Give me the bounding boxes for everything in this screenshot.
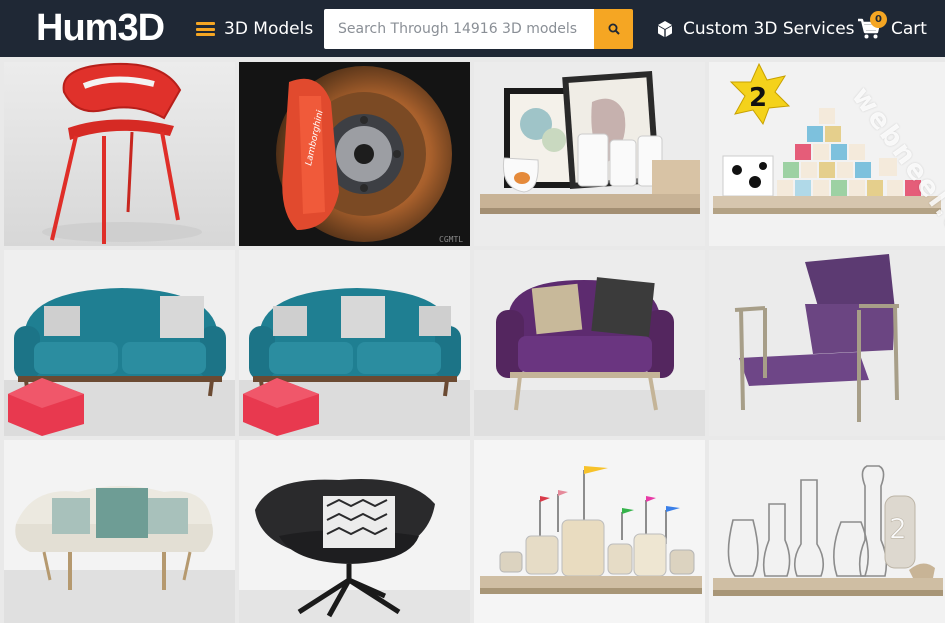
teal-sofa-image [4, 250, 235, 436]
search-icon [608, 23, 620, 35]
shelf-pictures-image [474, 62, 705, 246]
product-tile-teal-sofa-2[interactable] [239, 250, 470, 436]
product-grid: Lamborghini CGMTL 2 2 [0, 57, 945, 623]
product-tile-red-chair[interactable] [4, 62, 235, 246]
product-tile-teal-sofa[interactable] [4, 250, 235, 436]
hamburger-icon [196, 22, 215, 36]
brake-disc-image: Lamborghini CGMTL [239, 62, 470, 246]
product-tile-brake-disc[interactable]: Lamborghini CGMTL [239, 62, 470, 246]
shelf-jars-image [474, 440, 705, 623]
models-menu-label: 3D Models [224, 19, 314, 39]
teal-sofa-2-image [239, 250, 470, 436]
models-menu-button[interactable]: 3D Models [196, 17, 313, 41]
red-chair-image [4, 62, 235, 246]
product-tile-shelf-pictures[interactable] [474, 62, 705, 246]
vase-digit: 2 [889, 512, 907, 545]
cart-label: Cart [891, 19, 927, 39]
product-tile-shelf-jars[interactable] [474, 440, 705, 623]
product-tile-purple-armchair[interactable] [474, 250, 705, 436]
custom-services-link[interactable]: Custom 3D Services [656, 17, 855, 41]
product-tile-black-swan-chair[interactable] [239, 440, 470, 623]
search-button[interactable] [594, 9, 633, 49]
cart-link[interactable]: 0 Cart [857, 11, 927, 43]
product-tile-white-loveseat[interactable] [4, 440, 235, 623]
cube-icon [658, 21, 672, 37]
cart-count-badge: 0 [870, 11, 887, 28]
top-navigation-bar: Hum3D 3D Models Custom 3D Services 0 [0, 0, 945, 57]
toy-topper-digit: 2 [749, 83, 767, 113]
product-tile-shelf-vases[interactable]: 2 [709, 440, 945, 623]
custom-services-label: Custom 3D Services [683, 19, 855, 39]
product-tile-purple-lounge-chair[interactable] [709, 250, 945, 436]
brake-disc-caption: CGMTL [439, 235, 463, 244]
shelf-vases-image: 2 [709, 440, 945, 623]
site-logo[interactable]: Hum3D [36, 8, 165, 48]
white-loveseat-image [4, 440, 235, 623]
purple-lounge-chair-image [709, 250, 945, 436]
search-input[interactable] [324, 9, 594, 49]
black-swan-chair-image [239, 440, 470, 623]
purple-armchair-image [474, 250, 705, 436]
cart-icon-wrap: 0 [857, 11, 887, 41]
